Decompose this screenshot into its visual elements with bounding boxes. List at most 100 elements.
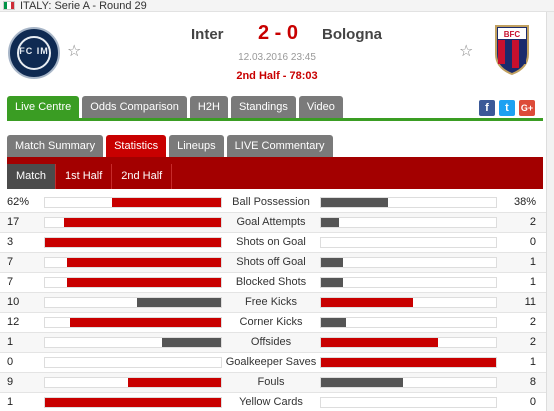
stat-away-bar [321, 198, 388, 207]
stat-label: Goal Attempts [236, 216, 306, 228]
stat-home-bar [111, 198, 221, 207]
stat-away-value: 2 [529, 216, 536, 228]
stat-home-bar [45, 238, 221, 247]
competition-bar: ITALY: Serie A - Round 29 [0, 0, 554, 12]
stat-label: Goalkeeper Saves [225, 356, 317, 368]
inter-logo-text: FC IM [19, 46, 49, 56]
stat-label: Yellow Cards [239, 396, 303, 408]
favorite-away-star-icon[interactable]: ☆ [459, 44, 473, 60]
inter-logo[interactable]: FC IM [8, 27, 60, 79]
stat-away-bar [321, 318, 346, 327]
stat-away-value: 8 [529, 376, 536, 388]
tab-standings[interactable]: Standings [230, 96, 296, 119]
stat-away-bar [321, 258, 343, 267]
stat-away-value: 11 [524, 296, 536, 308]
tab-period-1st-half[interactable]: 1st Half [56, 164, 113, 189]
stat-home-bar [127, 378, 221, 387]
stat-row: 10 Free Kicks 11 [0, 293, 546, 313]
stat-home-bar [137, 298, 221, 307]
stat-label: Shots off Goal [236, 256, 306, 268]
stat-home-value: 62% [7, 196, 30, 208]
stat-home-bar-track [44, 217, 222, 228]
tab-match-summary[interactable]: Match Summary [7, 135, 104, 158]
stat-label: Corner Kicks [239, 316, 303, 328]
favorite-home-star-icon[interactable]: ☆ [67, 44, 81, 60]
stat-home-value: 12 [7, 316, 20, 328]
stat-home-bar-track [44, 257, 222, 268]
stat-row: 0 Goalkeeper Saves 1 [0, 353, 546, 373]
tab-odds-comparison[interactable]: Odds Comparison [82, 96, 187, 119]
stat-away-bar [321, 378, 404, 387]
stat-label: Shots on Goal [236, 236, 306, 248]
stat-label: Free Kicks [245, 296, 297, 308]
stat-away-value: 0 [529, 236, 536, 248]
stat-row: 3 Shots on Goal 0 [0, 233, 546, 253]
stat-home-value: 1 [7, 396, 14, 408]
stat-home-value: 0 [7, 356, 14, 368]
stat-home-bar-track [44, 397, 222, 408]
main-tabs-underline [7, 118, 543, 121]
stat-row: 17 Goal Attempts 2 [0, 213, 546, 233]
facebook-share-icon[interactable]: f [479, 100, 495, 116]
italy-flag-icon [3, 1, 15, 10]
stat-home-bar-track [44, 237, 222, 248]
stat-home-value: 3 [7, 236, 14, 248]
tab-live-commentary[interactable]: LIVE Commentary [226, 135, 333, 158]
stat-away-value: 2 [529, 316, 536, 328]
tab-live-centre[interactable]: Live Centre [7, 96, 80, 119]
main-tabs: Live Centre Odds Comparison H2H Standing… [7, 96, 346, 119]
stat-home-value: 1 [7, 336, 14, 348]
bologna-shield-icon: BFC [495, 25, 529, 76]
tab-lineups[interactable]: Lineups [169, 135, 224, 158]
stat-away-bar-track [320, 277, 497, 288]
stat-row: 9 Fouls 8 [0, 373, 546, 393]
stat-home-bar [45, 398, 221, 407]
stat-home-bar [67, 278, 221, 287]
stat-home-bar-track [44, 297, 222, 308]
bologna-logo-text: BFC [504, 30, 521, 39]
stat-home-bar [70, 318, 221, 327]
stat-home-bar-track [44, 317, 222, 328]
home-team-name[interactable]: Inter [191, 26, 224, 43]
stat-row: 1 Yellow Cards 0 [0, 393, 546, 411]
period-tabs: Match 1st Half 2nd Half [7, 164, 173, 189]
stat-away-bar [321, 218, 340, 227]
stat-home-value: 9 [7, 376, 14, 388]
statistics-table: 62% Ball Possession 38% 17 Goal Attempts 2 3 Sh… [0, 193, 546, 411]
stat-away-value: 1 [529, 276, 536, 288]
tab-video[interactable]: Video [298, 96, 343, 119]
away-team-name[interactable]: Bologna [322, 26, 382, 43]
stat-row: 62% Ball Possession 38% [0, 193, 546, 213]
stat-home-bar [63, 218, 221, 227]
tab-period-match[interactable]: Match [7, 164, 56, 189]
stat-row: 7 Blocked Shots 1 [0, 273, 546, 293]
stat-home-value: 17 [7, 216, 20, 228]
stat-away-bar-track [320, 357, 497, 368]
stat-away-bar [321, 298, 413, 307]
stat-away-bar-track [320, 217, 497, 228]
tab-statistics[interactable]: Statistics [106, 135, 167, 158]
breadcrumb[interactable]: ITALY: Serie A - Round 29 [20, 0, 147, 12]
tab-h2h[interactable]: H2H [189, 96, 228, 119]
stat-away-value: 2 [529, 336, 536, 348]
flag-stripe-red [10, 2, 14, 9]
tab-period-2nd-half[interactable]: 2nd Half [112, 164, 173, 189]
stat-label: Ball Possession [232, 196, 310, 208]
stat-home-bar-track [44, 197, 222, 208]
twitter-share-icon[interactable]: t [499, 100, 515, 116]
google-plus-share-icon[interactable]: G+ [519, 100, 535, 116]
match-datetime: 12.03.2016 23:45 [238, 52, 316, 63]
vertical-scrollbar[interactable] [546, 12, 554, 411]
match-status: 2nd Half - 78:03 [236, 70, 318, 82]
stat-row: 12 Corner Kicks 2 [0, 313, 546, 333]
stat-away-bar [321, 338, 438, 347]
bologna-logo[interactable]: BFC [494, 24, 530, 76]
stat-away-bar-track [320, 197, 497, 208]
stat-away-bar-track [320, 397, 497, 408]
stat-row: 1 Offsides 2 [0, 333, 546, 353]
stat-away-bar [321, 278, 343, 287]
stat-home-bar [162, 338, 221, 347]
detail-tabs: Match Summary Statistics Lineups LIVE Co… [7, 135, 336, 158]
stat-home-value: 10 [7, 296, 20, 308]
stat-away-value: 1 [529, 356, 536, 368]
